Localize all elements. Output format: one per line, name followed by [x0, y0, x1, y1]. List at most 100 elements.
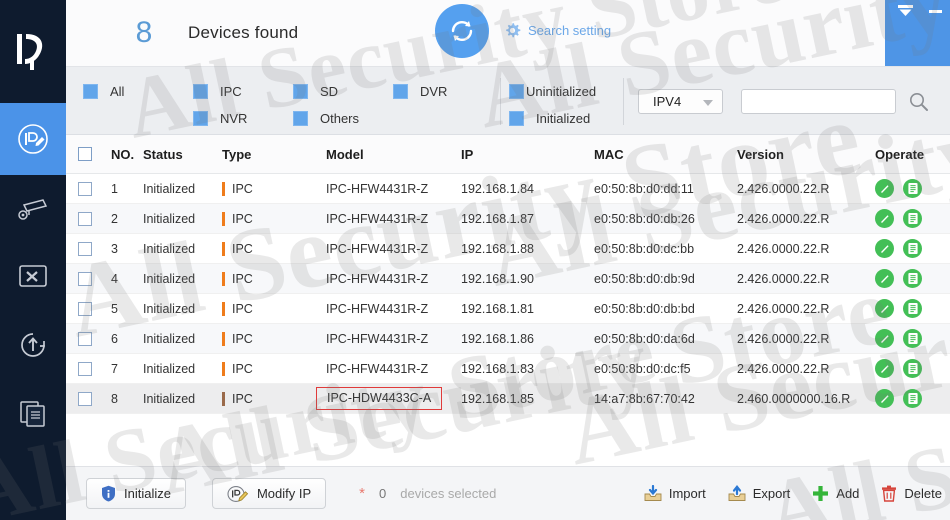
filter-checkbox-uninitialized[interactable]: Uninitialized: [509, 84, 596, 99]
row-details-button[interactable]: [903, 269, 922, 288]
cell-mac: 14:a7:8b:67:70:42: [594, 392, 737, 406]
initialize-button[interactable]: Initialize: [86, 478, 186, 509]
row-select-cell[interactable]: [66, 362, 103, 376]
row-checkbox[interactable]: [78, 212, 92, 226]
delete-label: Delete: [904, 486, 942, 501]
column-header-type: Type: [222, 147, 326, 162]
cell-ip: 192.168.1.85: [461, 392, 594, 406]
sidebar-item-tools[interactable]: [0, 243, 66, 311]
table-row[interactable]: 5InitializedIPCIPC-HFW4431R-Z192.168.1.8…: [66, 294, 950, 324]
table-row[interactable]: 7InitializedIPCIPC-HFW4431R-Z192.168.1.8…: [66, 354, 950, 384]
select-all-cell[interactable]: [66, 147, 103, 161]
export-button[interactable]: Export: [728, 485, 791, 502]
cell-mac: e0:50:8b:d0:dc:bb: [594, 242, 737, 256]
filter-checkbox-ipc[interactable]: IPC: [193, 84, 242, 99]
row-details-button[interactable]: [903, 209, 922, 228]
table-row[interactable]: 8InitializedIPCIPC-HDW4433C-A192.168.1.8…: [66, 384, 950, 414]
row-details-button[interactable]: [903, 239, 922, 258]
window-filter-button[interactable]: [896, 3, 914, 19]
filter-checkbox-dvr[interactable]: DVR: [393, 84, 447, 99]
row-checkbox[interactable]: [78, 182, 92, 196]
type-indicator-bar: [222, 332, 225, 346]
column-header-operate: Operate: [875, 147, 950, 162]
filter-checkbox-sd[interactable]: SD: [293, 84, 338, 99]
row-select-cell[interactable]: [66, 242, 103, 256]
import-button[interactable]: Import: [644, 485, 706, 502]
filter-divider-2: [623, 78, 624, 125]
filter-checkbox-others[interactable]: Others: [293, 111, 359, 126]
row-edit-button[interactable]: [875, 329, 894, 348]
row-edit-button[interactable]: [875, 179, 894, 198]
row-checkbox[interactable]: [78, 332, 92, 346]
cell-ip: 192.168.1.87: [461, 212, 594, 226]
search-input-wrap[interactable]: [741, 89, 896, 114]
ip-version-select[interactable]: IPV4: [638, 89, 723, 114]
row-edit-button[interactable]: [875, 209, 894, 228]
cell-type: IPC: [222, 272, 326, 286]
cell-version: 2.426.0000.22.R: [737, 242, 875, 256]
type-indicator-bar: [222, 272, 225, 286]
checkbox-box: [509, 111, 524, 126]
sidebar-item-upgrade[interactable]: [0, 311, 66, 379]
refresh-circular-arrows-icon: [446, 15, 478, 47]
cell-status: Initialized: [143, 272, 222, 286]
row-checkbox[interactable]: [78, 302, 92, 316]
cell-no: 5: [103, 302, 143, 316]
row-select-cell[interactable]: [66, 182, 103, 196]
cell-ip: 192.168.1.88: [461, 242, 594, 256]
modify-ip-button[interactable]: Modify IP: [212, 478, 326, 509]
row-select-cell[interactable]: [66, 212, 103, 226]
cell-type: IPC: [222, 302, 326, 316]
row-edit-button[interactable]: [875, 269, 894, 288]
sidebar-item-modify-ip[interactable]: [0, 103, 66, 175]
add-button[interactable]: Add: [812, 485, 859, 502]
row-checkbox[interactable]: [78, 242, 92, 256]
row-edit-button[interactable]: [875, 299, 894, 318]
type-indicator-bar: [222, 392, 225, 406]
cell-mac: e0:50:8b:d0:da:6d: [594, 332, 737, 346]
row-select-cell[interactable]: [66, 272, 103, 286]
table-row[interactable]: 6InitializedIPCIPC-HFW4431R-Z192.168.1.8…: [66, 324, 950, 354]
row-edit-button[interactable]: [875, 359, 894, 378]
table-row[interactable]: 2InitializedIPCIPC-HFW4431R-Z192.168.1.8…: [66, 204, 950, 234]
filter-bar: All IPC SD DVR NVR Others: [66, 66, 950, 135]
row-details-button[interactable]: [903, 299, 922, 318]
search-setting-button[interactable]: Search setting: [504, 22, 611, 39]
row-details-button[interactable]: [903, 389, 922, 408]
checkbox-box: [193, 84, 208, 99]
row-checkbox[interactable]: [78, 392, 92, 406]
table-row[interactable]: 3InitializedIPCIPC-HFW4431R-Z192.168.1.8…: [66, 234, 950, 264]
delete-button[interactable]: Delete: [881, 485, 942, 502]
table-row[interactable]: 4InitializedIPCIPC-HFW4431R-Z192.168.1.9…: [66, 264, 950, 294]
row-select-cell[interactable]: [66, 332, 103, 346]
row-edit-button[interactable]: [875, 389, 894, 408]
row-select-cell[interactable]: [66, 392, 103, 406]
window-controls-panel: [885, 0, 950, 66]
cell-status: Initialized: [143, 362, 222, 376]
filter-checkbox-nvr[interactable]: NVR: [193, 111, 247, 126]
cell-operate: [875, 329, 950, 348]
window-minimize-button[interactable]: [927, 3, 943, 19]
row-checkbox[interactable]: [78, 362, 92, 376]
row-details-button[interactable]: [903, 329, 922, 348]
search-button[interactable]: [908, 91, 929, 117]
row-details-button[interactable]: [903, 359, 922, 378]
search-input[interactable]: [742, 90, 895, 113]
select-all-checkbox[interactable]: [78, 147, 92, 161]
filter-checkbox-all[interactable]: All: [83, 84, 124, 99]
device-table: NO. Status Type Model IP MAC Version Ope…: [66, 135, 950, 414]
row-edit-button[interactable]: [875, 239, 894, 258]
cell-version: 2.426.0000.22.R: [737, 212, 875, 226]
row-select-cell[interactable]: [66, 302, 103, 316]
row-checkbox[interactable]: [78, 272, 92, 286]
table-row[interactable]: 1InitializedIPCIPC-HFW4431R-Z192.168.1.8…: [66, 174, 950, 204]
cell-operate: [875, 179, 950, 198]
sidebar-item-logs[interactable]: [0, 379, 66, 447]
bottom-actions: Import Export Add: [644, 485, 950, 502]
row-details-button[interactable]: [903, 179, 922, 198]
checkbox-box: [509, 84, 524, 99]
filter-checkbox-initialized[interactable]: Initialized: [509, 111, 590, 126]
cell-model: IPC-HFW4431R-Z: [326, 212, 461, 226]
refresh-button[interactable]: [435, 4, 489, 58]
sidebar-item-device-config[interactable]: [0, 175, 66, 243]
